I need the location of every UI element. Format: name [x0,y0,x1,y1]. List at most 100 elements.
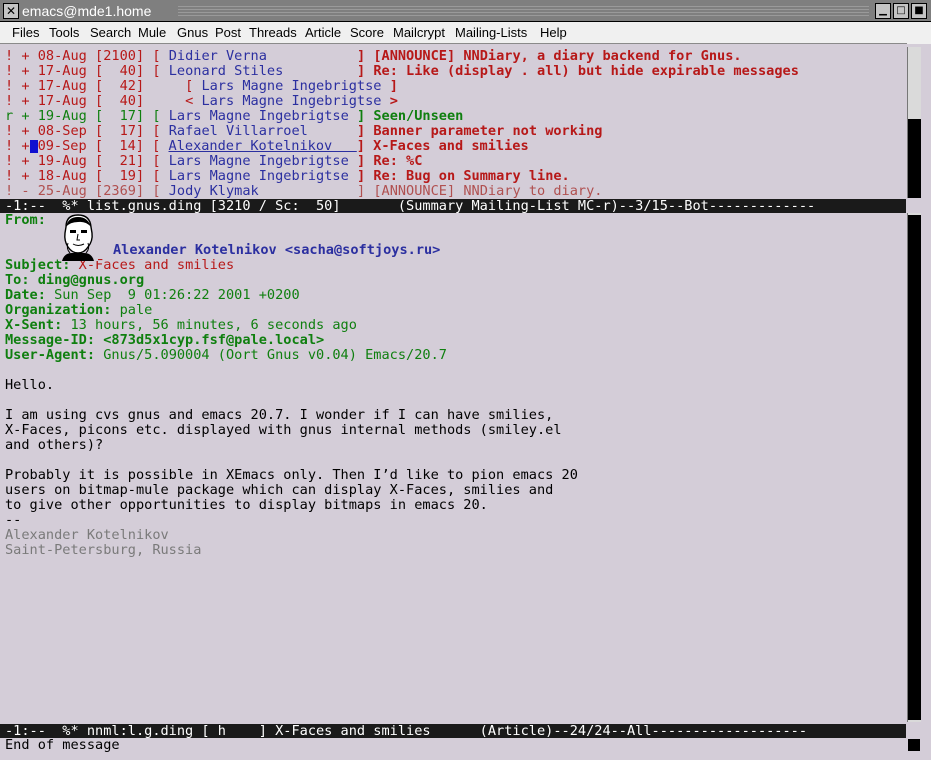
summary-line[interactable]: ! + 18-Aug [ 19] [ Lars Magne Ingebrigts… [5,169,570,184]
summary-marks: ! + [5,78,30,94]
summary-subject: ] [ANNOUNCE] NNDiary to diary. [356,183,603,199]
summary-line[interactable]: ! + 17-Aug [ 42] [ Lars Magne Ingebrigts… [5,79,398,94]
summary-scrollbar[interactable] [907,47,921,198]
summary-subject: ] [ANNOUNCE] NNDiary, a diary backend fo… [356,48,742,64]
summary-author: Lars Magne Ingebrigtse [201,78,390,94]
article-header: To: ding@gnus.org [5,273,144,288]
menubar-gutter [907,22,931,44]
window-title: emacs@mde1.home [22,3,152,19]
header-value: pale [119,302,153,318]
menu-post[interactable]: Post [215,25,241,41]
summary-date: 19-Aug [ 21] [ [37,153,169,169]
summary-scroll-thumb[interactable] [908,119,921,198]
article-modeline: -1:-- %* nnml:l.g.ding [ h ] X-Faces and… [0,724,906,738]
summary-marks: ! + [5,93,30,109]
summary-marks: ! + [5,123,30,139]
article-header: Date: Sun Sep 9 01:26:22 2001 +0200 [5,288,300,303]
summary-date: 17-Aug [ 42] [ [37,78,202,94]
maximize-button[interactable]: □ [893,3,909,19]
summary-author: Lars Magne Ingebrigtse [168,108,357,124]
minibuffer-scroll-box [908,739,920,751]
article-body-line: to give other opportunities to display b… [5,497,488,513]
minibuffer[interactable]: End of message [5,738,120,753]
summary-marks: ! - [5,183,30,199]
menu-mailing-lists[interactable]: Mailing-Lists [455,25,527,41]
menu-files[interactable]: Files [12,25,39,41]
summary-modeline-text: -1:-- %* list.gnus.ding [3210 / Sc: 50] … [5,199,816,213]
menu-mailcrypt[interactable]: Mailcrypt [393,25,445,41]
summary-subject: ] Re: Bug on Summary line. [356,168,570,184]
summary-line[interactable]: ! + 17-Aug [ 40] [ Leonard Stiles ] Re: … [5,64,799,79]
header-value: Sun Sep 9 01:26:22 2001 +0200 [54,287,300,303]
article-header: Alexander Kotelnikov <sacha@softjoys.ru> [113,243,440,258]
summary-subject: ] Seen/Unseen [356,108,464,124]
menu-search[interactable]: Search [90,25,131,41]
summary-date: 25-Aug [2369] [ [37,183,169,199]
menu-help[interactable]: Help [540,25,567,41]
signature-line: Alexander Kotelnikov [5,527,169,543]
minimize-button[interactable]: ▁ [875,3,891,19]
summary-buffer[interactable]: ! + 08-Aug [2100] [ Didier Verna ] [ANNO… [5,47,905,199]
summary-marks: ! + [5,153,30,169]
header-value: Gnus/5.090004 (Oort Gnus v0.04) Emacs/20… [103,347,447,363]
header-value: ding@gnus.org [37,272,145,288]
summary-marks: ! + [5,138,30,154]
close-icon: ✕ [5,4,17,18]
summary-subject: ] X-Faces and smilies [356,138,529,154]
menu-gnus[interactable]: Gnus [177,25,208,41]
header-name: User-Agent: [5,347,104,363]
article-body-line: I am using cvs gnus and emacs 20.7. I wo… [5,407,554,423]
menu-score[interactable]: Score [350,25,384,41]
summary-subject: ] Re: %C [356,153,423,169]
close-button[interactable]: ■ [911,3,927,19]
header-value: 13 hours, 56 minutes, 6 seconds ago [70,317,357,333]
article-body-line: Hello. [5,377,55,393]
maximize-icon: □ [896,5,906,16]
summary-date: 08-Sep [ 17] [ [37,123,169,139]
menu-article[interactable]: Article [305,25,341,41]
header-name: Message-ID: [5,332,104,348]
article-header: Subject: X-Faces and smilies [5,258,234,273]
summary-author: Leonard Stiles [168,63,357,79]
summary-subject: ] Re: Like (display . all) but hide expi… [356,63,799,79]
menu-threads[interactable]: Threads [249,25,297,41]
titlebar-pattern [178,6,869,16]
window-menu-button[interactable]: ✕ [3,3,19,19]
summary-line[interactable]: ! + 09-Sep [ 14] [ Alexander Kotelnikov ]… [5,139,529,154]
header-value: <873d5x1cyp.fsf@pale.local> [103,332,325,348]
summary-author: Jody Klymak [168,183,357,199]
summary-date: 08-Aug [2100] [ [37,48,169,64]
article-scrollbar[interactable] [907,213,921,722]
article-scroll-thumb[interactable] [908,215,921,720]
article-body-line: and others)? [5,437,104,453]
summary-line[interactable]: ! - 25-Aug [2369] [ Jody Klymak ] [ANNOU… [5,184,602,199]
summary-author: Lars Magne Ingebrigtse [201,93,390,109]
summary-line[interactable]: r + 19-Aug [ 17] [ Lars Magne Ingebrigts… [5,109,463,124]
menu-tools[interactable]: Tools [49,25,79,41]
summary-line[interactable]: ! + 08-Sep [ 17] [ Rafael Villarroel ] B… [5,124,602,139]
article-body-line: X-Faces, picons etc. displayed with gnus… [5,422,562,438]
summary-date: 19-Aug [ 17] [ [37,108,169,124]
article-header: X-Sent: 13 hours, 56 minutes, 6 seconds … [5,318,357,333]
summary-line[interactable]: ! + 19-Aug [ 21] [ Lars Magne Ingebrigts… [5,154,422,169]
summary-line[interactable]: ! + 08-Aug [2100] [ Didier Verna ] [ANNO… [5,49,742,64]
summary-date: 17-Aug [ 40] < [37,93,202,109]
article-body-line: -- [5,512,22,528]
menu-mule[interactable]: Mule [138,25,166,41]
header-name: Date: [5,287,55,303]
summary-modeline: -1:-- %* list.gnus.ding [3210 / Sc: 50] … [0,199,906,213]
summary-subject: ] [389,78,398,94]
article-modeline-text: -1:-- %* nnml:l.g.ding [ h ] X-Faces and… [5,724,808,738]
article-buffer[interactable]: From: Alexander Kotelnikov <sacha@softjo… [5,213,905,722]
article-header: User-Agent: Gnus/5.090004 (Oort Gnus v0.… [5,348,447,363]
summary-subject: > [389,93,398,109]
window-titlebar[interactable]: ✕ emacs@mde1.home ▁ □ ■ [0,0,931,22]
text-cursor [29,139,38,153]
close-icon: ■ [914,5,924,16]
header-name: To: [5,272,38,288]
summary-subject: ] Banner parameter not working [356,123,603,139]
summary-line[interactable]: ! + 17-Aug [ 40] < Lars Magne Ingebrigts… [5,94,398,109]
header-value: Alexander Kotelnikov <sacha@softjoys.ru> [113,242,441,258]
x-face-picture [58,213,98,261]
minimize-icon: ▁ [879,5,887,16]
